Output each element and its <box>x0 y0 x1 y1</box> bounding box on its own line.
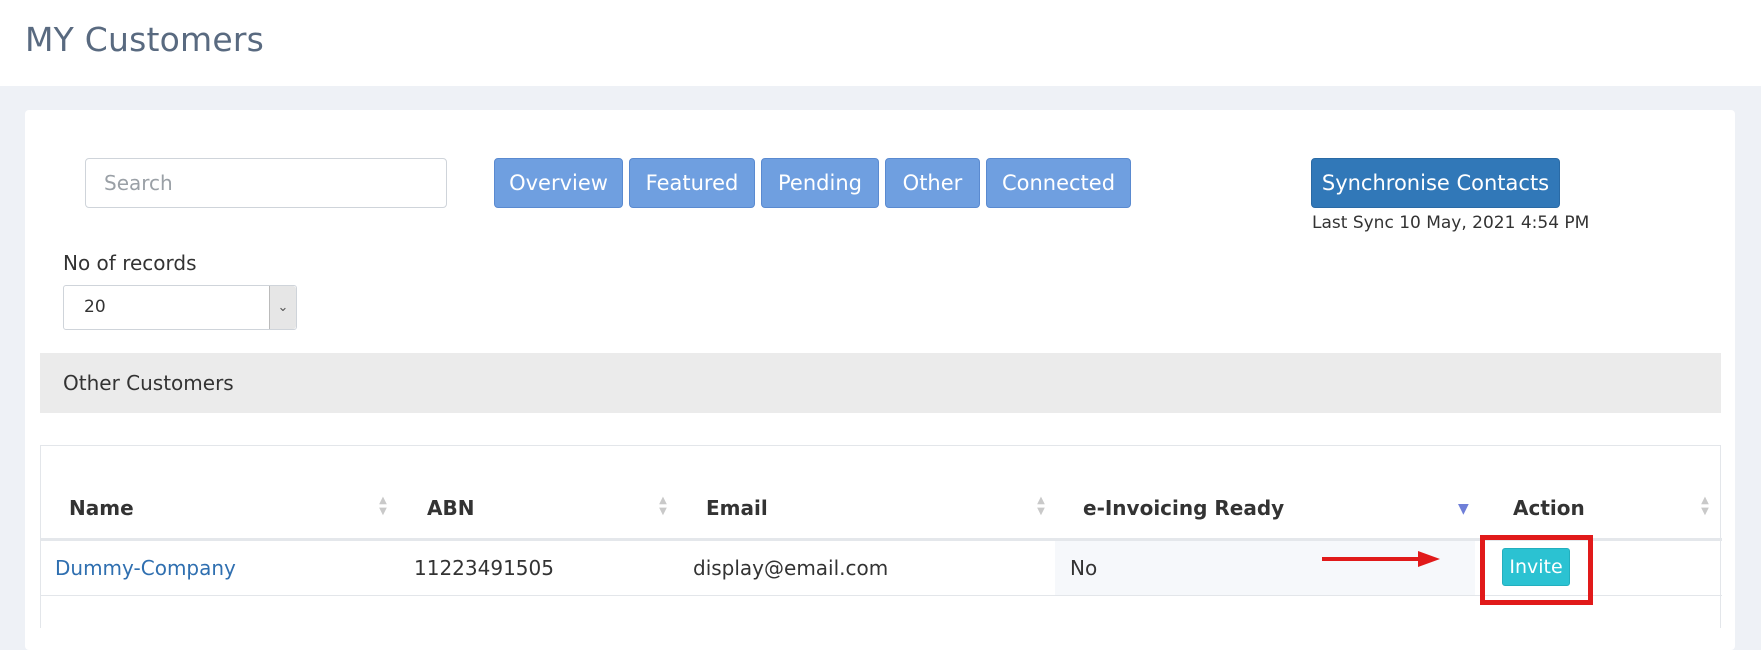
synchronise-contacts-button[interactable]: Synchronise Contacts <box>1311 158 1560 208</box>
tab-featured[interactable]: Featured <box>629 158 755 208</box>
annotation-arrow-icon <box>1322 551 1440 567</box>
records-label: No of records <box>63 251 197 275</box>
invite-button[interactable]: Invite <box>1502 548 1570 586</box>
tab-pending[interactable]: Pending <box>761 158 879 208</box>
column-header-email[interactable]: Email <box>706 496 768 520</box>
last-sync-text: Last Sync 10 May, 2021 4:54 PM <box>1312 213 1590 233</box>
tab-connected[interactable]: Connected <box>986 158 1131 208</box>
chevron-down-icon[interactable]: ⌄ <box>269 286 296 329</box>
column-header-abn[interactable]: ABN <box>427 496 474 520</box>
tab-overview[interactable]: Overview <box>494 158 623 208</box>
table-row: Dummy-Company 11223491505 display@email.… <box>41 541 1722 596</box>
sort-icon[interactable]: ▲ ▼ <box>657 495 669 519</box>
customer-email: display@email.com <box>693 556 889 580</box>
customer-abn: 11223491505 <box>414 556 554 580</box>
sort-icon[interactable]: ▲ ▼ <box>377 495 389 519</box>
tab-other[interactable]: Other <box>885 158 980 208</box>
customer-einvoicing-ready: No <box>1070 556 1098 580</box>
sort-icon[interactable]: ▲ ▼ <box>1699 495 1711 519</box>
records-selected-value: 20 <box>84 297 106 317</box>
records-per-page-select[interactable]: 20 ⌄ <box>63 285 297 330</box>
section-header: Other Customers <box>40 353 1721 413</box>
search-input[interactable] <box>85 158 447 208</box>
page-title: MY Customers <box>25 20 265 59</box>
page-header: MY Customers <box>0 0 1761 86</box>
customer-name-link[interactable]: Dummy-Company <box>55 556 236 580</box>
sort-desc-icon[interactable]: ▼ <box>1458 501 1469 517</box>
column-header-einvoicing-ready[interactable]: e-Invoicing Ready <box>1083 496 1284 520</box>
section-title: Other Customers <box>63 371 234 395</box>
sort-icon[interactable]: ▲ ▼ <box>1035 495 1047 519</box>
column-header-action[interactable]: Action <box>1513 496 1585 520</box>
customers-table: Name ▲ ▼ ABN ▲ ▼ Email ▲ ▼ e-Invoicing Read… <box>40 445 1722 628</box>
column-header-name[interactable]: Name <box>69 496 134 520</box>
